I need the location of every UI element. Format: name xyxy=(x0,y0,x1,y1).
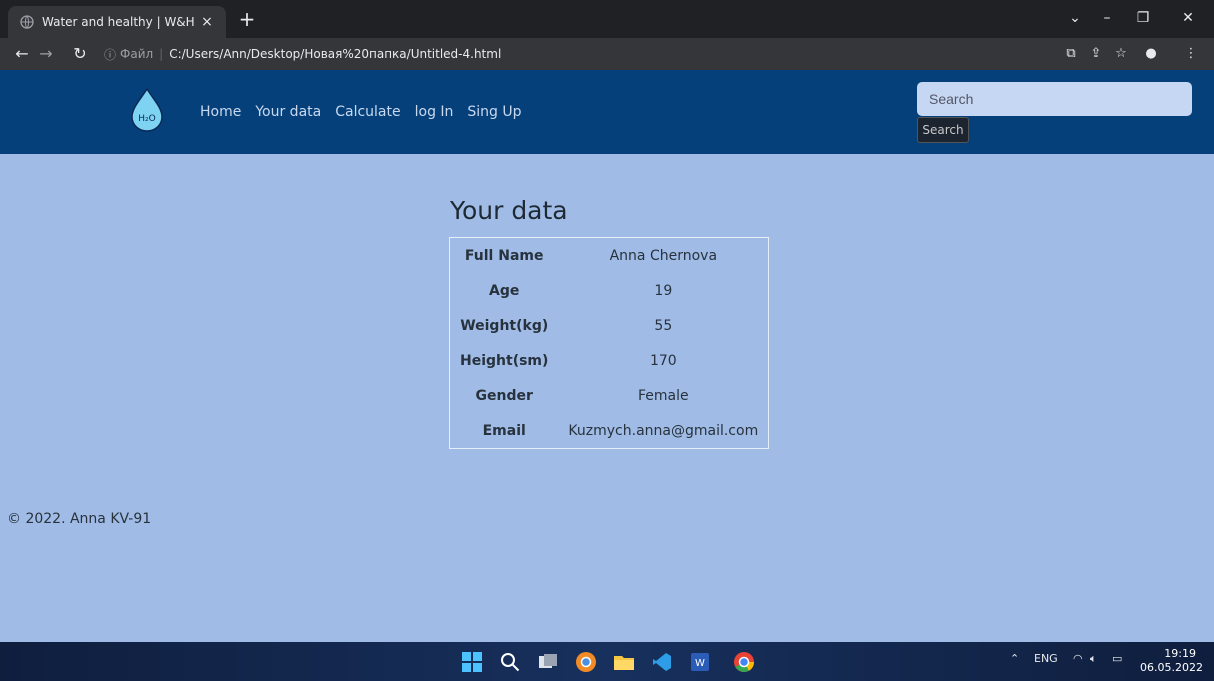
table-row: Height(sm) 170 xyxy=(450,343,768,378)
chrome-beta-icon[interactable] xyxy=(574,650,598,674)
reload-icon[interactable]: ↻ xyxy=(68,42,92,66)
bookmark-star-icon[interactable]: ☆ xyxy=(1110,42,1132,66)
nav-calculate[interactable]: Calculate xyxy=(335,104,400,120)
translate-icon[interactable]: ⧉ xyxy=(1060,42,1082,66)
table-row: Gender Female xyxy=(450,378,768,413)
back-arrow-icon[interactable]: ← xyxy=(10,42,34,66)
table-row: Weight(kg) 55 xyxy=(450,308,768,343)
new-tab-button[interactable]: + xyxy=(236,8,258,30)
site-nav: Home Your data Calculate log In Sing Up xyxy=(200,104,536,120)
windows-taskbar: W ⌃ ENG ◠ 🔈︎ ▭ 19:19 06.05.2022 xyxy=(0,642,1214,681)
row-value: 55 xyxy=(654,317,673,334)
tab-close-icon[interactable]: × xyxy=(198,14,216,30)
row-value: Female xyxy=(638,387,689,404)
file-explorer-icon[interactable] xyxy=(612,650,636,674)
table-row: Email Kuzmych.anna@gmail.com xyxy=(450,413,768,448)
share-icon[interactable]: ⇪ xyxy=(1085,42,1107,66)
tab-search-chevron-icon[interactable]: ⌄ xyxy=(1063,6,1087,30)
user-data-table: Full Name Anna Chernova Age 19 Weight(kg… xyxy=(449,237,770,449)
nav-home[interactable]: Home xyxy=(200,104,241,120)
taskbar-clock[interactable]: 19:19 06.05.2022 xyxy=(1140,647,1203,675)
address-scheme: Файл xyxy=(120,47,154,61)
clock-date: 06.05.2022 xyxy=(1140,661,1203,674)
row-label: Height(sm) xyxy=(460,352,549,369)
nav-your-data[interactable]: Your data xyxy=(255,104,321,120)
nav-sign-up[interactable]: Sing Up xyxy=(467,104,521,120)
battery-icon[interactable]: ▭ xyxy=(1112,652,1122,665)
language-indicator[interactable]: ENG xyxy=(1034,652,1058,665)
browser-tabstrip: Water and healthy | W&H × + ⌄ – ❐ ✕ xyxy=(0,0,1214,38)
address-bar[interactable]: ⓘ Файл | C:/Users/Ann/Desktop/Новая%20па… xyxy=(104,42,1044,66)
vscode-icon[interactable] xyxy=(650,650,674,674)
nav-log-in[interactable]: log In xyxy=(415,104,454,120)
search-icon[interactable] xyxy=(498,650,522,674)
row-value: Kuzmych.anna@gmail.com xyxy=(568,422,759,439)
row-label: Gender xyxy=(475,387,533,404)
volume-icon[interactable]: 🔈︎ xyxy=(1090,652,1097,666)
svg-text:W: W xyxy=(695,658,705,669)
address-url: C:/Users/Ann/Desktop/Новая%20папка/Untit… xyxy=(169,47,502,61)
chevron-up-icon[interactable]: ⌃ xyxy=(1010,652,1019,665)
site-navbar: H₂O Home Your data Calculate log In Sing… xyxy=(0,70,1214,154)
window-close-icon[interactable]: ✕ xyxy=(1176,6,1200,30)
address-separator: | xyxy=(159,47,164,61)
row-value: 19 xyxy=(654,282,673,299)
page-viewport: H₂O Home Your data Calculate log In Sing… xyxy=(0,70,1214,642)
minimize-icon[interactable]: – xyxy=(1095,6,1119,30)
windows-start-icon[interactable] xyxy=(460,650,484,674)
chrome-icon[interactable] xyxy=(732,650,756,674)
forward-arrow-icon[interactable]: → xyxy=(34,42,58,66)
clock-time: 19:19 xyxy=(1164,647,1196,660)
logo-text: H₂O xyxy=(138,114,155,124)
water-drop-logo-icon[interactable]: H₂O xyxy=(130,88,164,132)
page-title: Your data xyxy=(450,196,568,225)
row-label: Weight(kg) xyxy=(460,317,549,334)
info-icon[interactable]: ⓘ xyxy=(104,46,116,63)
row-label: Email xyxy=(482,422,526,439)
browser-toolbar: ← → ↻ ⓘ Файл | C:/Users/Ann/Desktop/Нова… xyxy=(0,38,1214,70)
row-label: Age xyxy=(489,282,520,299)
restore-icon[interactable]: ❐ xyxy=(1131,6,1155,30)
search-button[interactable]: Search xyxy=(917,117,969,143)
wifi-icon[interactable]: ◠ xyxy=(1073,652,1083,665)
profile-icon[interactable]: ● xyxy=(1140,42,1162,66)
tab-title: Water and healthy | W&H xyxy=(42,15,195,29)
row-value: 170 xyxy=(649,352,677,369)
menu-kebab-icon[interactable]: ⋮ xyxy=(1180,42,1202,66)
task-view-icon[interactable] xyxy=(536,650,560,674)
search-input[interactable] xyxy=(917,82,1192,116)
row-label: Full Name xyxy=(464,247,544,264)
browser-tab-active[interactable]: Water and healthy | W&H × xyxy=(8,6,226,38)
globe-icon xyxy=(20,15,34,29)
word-icon[interactable]: W xyxy=(688,650,712,674)
table-row: Age 19 xyxy=(450,273,768,308)
row-value: Anna Chernova xyxy=(609,247,718,264)
footer-copyright: © 2022. Anna KV-91 xyxy=(7,511,152,527)
table-row: Full Name Anna Chernova xyxy=(450,238,768,273)
